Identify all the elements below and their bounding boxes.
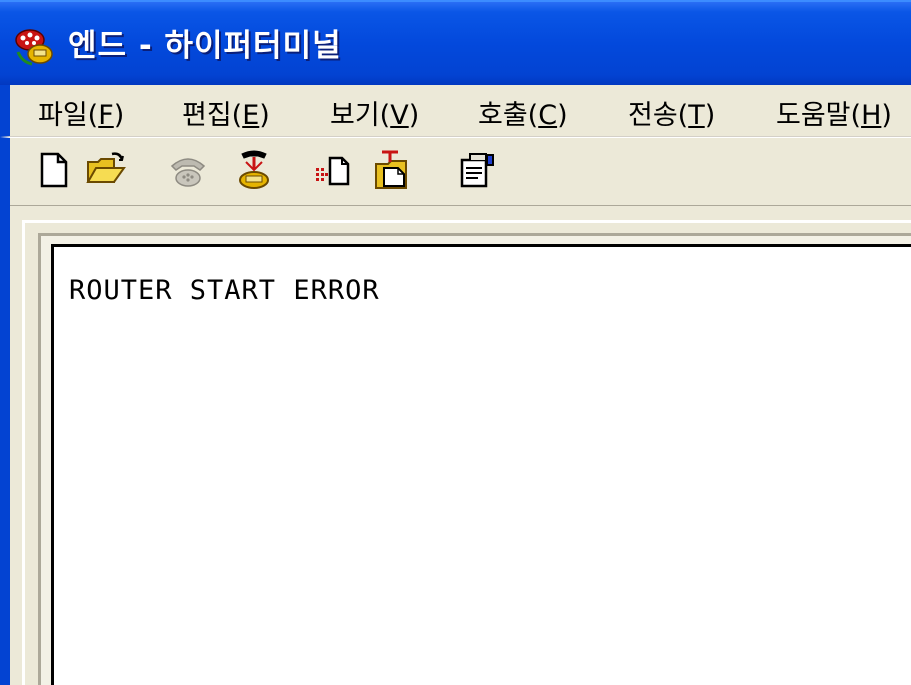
properties-icon[interactable] bbox=[456, 148, 500, 192]
menu-view[interactable]: 보기(V) bbox=[330, 93, 419, 132]
menu-transfer[interactable]: 전송(T) bbox=[628, 93, 715, 132]
hyperterminal-app-icon[interactable] bbox=[12, 24, 56, 68]
menu-call[interactable]: 호출(C) bbox=[478, 93, 568, 132]
new-document-icon[interactable] bbox=[32, 148, 76, 192]
window-border-left bbox=[0, 205, 10, 685]
terminal-line: ROUTER START ERROR bbox=[69, 275, 380, 306]
menu-edit[interactable]: 편집(E) bbox=[182, 93, 270, 132]
hyperterminal-window: 엔드 - 하이퍼터미널 파일(F) 편집(E) 보기(V) 호출(C) 전송(T… bbox=[0, 0, 911, 685]
send-file-icon[interactable] bbox=[312, 148, 356, 192]
disconnect-phone-icon[interactable] bbox=[232, 148, 276, 192]
terminal-screen[interactable]: ROUTER START ERROR bbox=[51, 244, 911, 685]
window-title: 엔드 - 하이퍼터미널 bbox=[68, 28, 342, 64]
open-folder-icon[interactable] bbox=[84, 148, 128, 192]
menu-file[interactable]: 파일(F) bbox=[38, 93, 124, 132]
title-bar[interactable]: 엔드 - 하이퍼터미널 bbox=[0, 0, 911, 85]
menu-help[interactable]: 도움말(H) bbox=[776, 93, 892, 132]
menu-bar: 파일(F) 편집(E) 보기(V) 호출(C) 전송(T) 도움말(H) bbox=[0, 85, 911, 137]
dial-phone-icon[interactable] bbox=[166, 148, 210, 192]
toolbar bbox=[0, 137, 911, 205]
receive-file-icon[interactable] bbox=[372, 148, 416, 192]
